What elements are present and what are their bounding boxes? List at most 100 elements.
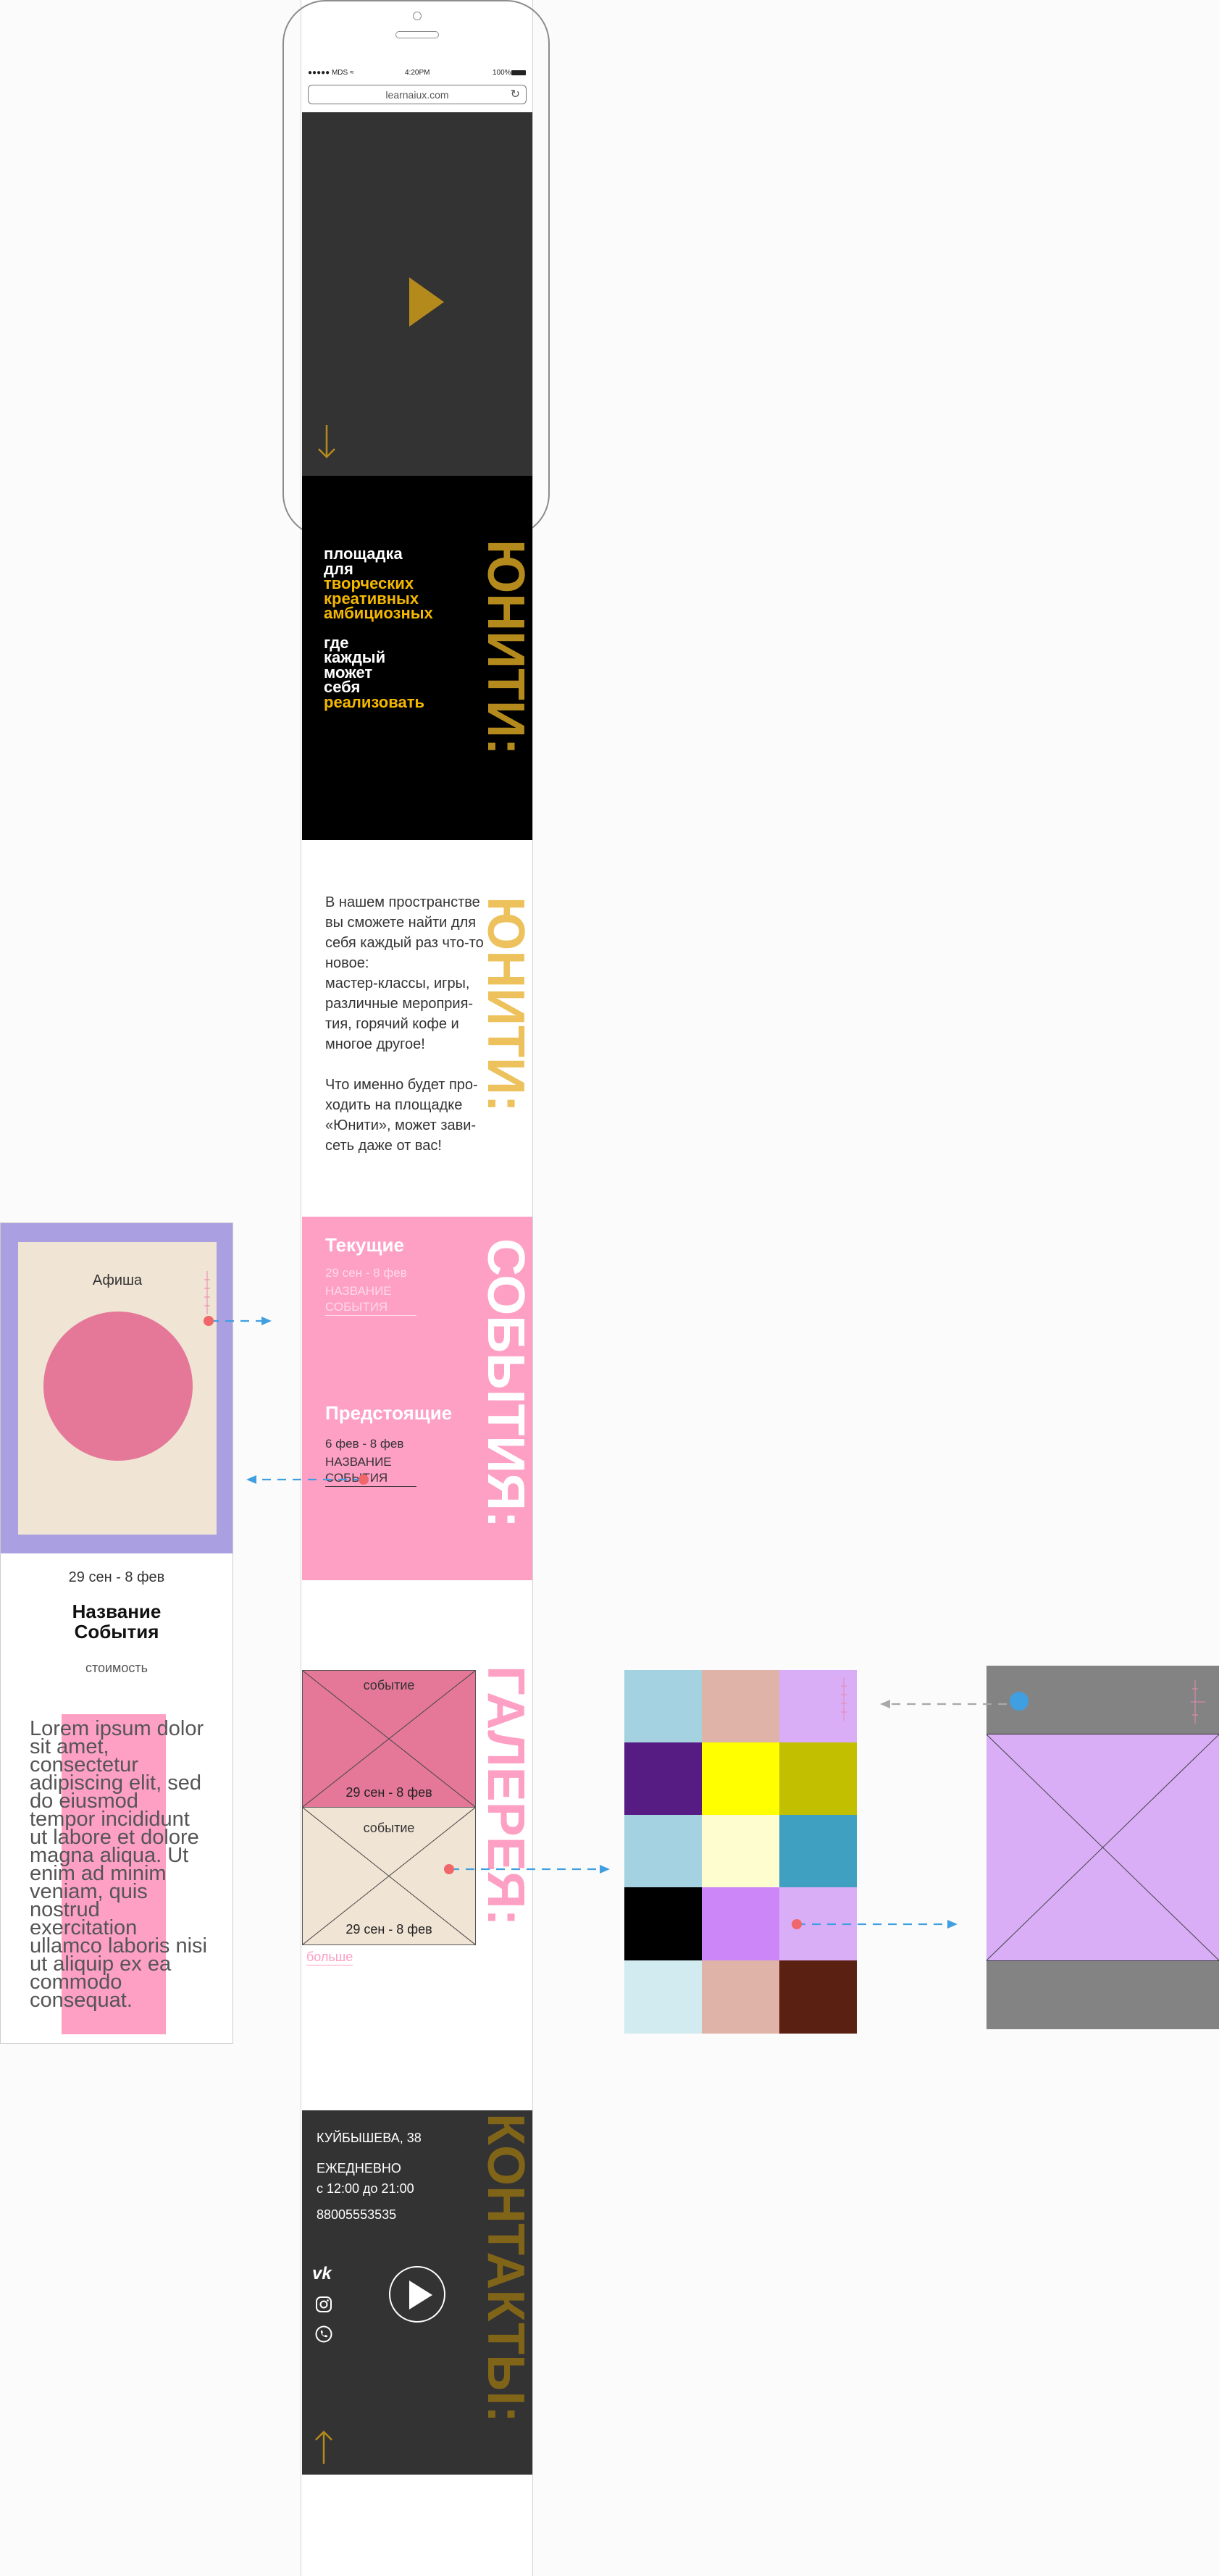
about-vertical-title: ЮНИТИ: — [477, 897, 535, 1112]
upcoming-event-date: 6 фев - 8 фев — [325, 1437, 404, 1451]
event-name: НАЗВАНИЕ — [325, 1284, 392, 1298]
about-line: новое: — [325, 955, 369, 971]
contacts-section: КОНТАКТЫ: КУЙБЫШЕВА, 38 ЕЖЕДНЕВНО с 12:0… — [302, 2110, 535, 2475]
event-title-line: События — [74, 1621, 159, 1642]
gallery-item-label: событие — [363, 1821, 415, 1835]
color-swatch — [779, 1887, 857, 1960]
color-swatch — [624, 1815, 702, 1887]
scroll-marker-icon — [204, 1271, 210, 1314]
events-vertical-title: СОБЫТИЯ: — [477, 1238, 535, 1528]
battery-icon — [511, 70, 526, 75]
play-icon[interactable] — [409, 277, 444, 327]
color-swatch — [779, 1670, 857, 1742]
arrow-up-icon[interactable] — [314, 2429, 334, 2465]
upcoming-events-title: Предстоящие — [325, 1402, 453, 1424]
gallery-section: ГАЛЕРЕЯ: событие 29 сен - 8 фев событие … — [302, 1580, 535, 2110]
events-section: СОБЫТИЯ: Текущие 29 сен - 8 фев НАЗВАНИЕ… — [302, 1217, 535, 1580]
intro-tagline: площадка для творческих креативных амбиц… — [324, 546, 433, 711]
gallery-item-date: 29 сен - 8 фев — [345, 1785, 432, 1800]
play-button[interactable] — [389, 2266, 445, 2323]
event-detail-card: Афиша 29 сен - 8 фев Название События ст… — [0, 1222, 233, 2044]
image-viewer — [986, 1666, 1219, 2029]
poster-label: Афиша — [92, 1272, 143, 1288]
gallery-item-date: 29 сен - 8 фев — [345, 1922, 432, 1937]
contacts-address: КУЙБЫШЕВА, 38 — [317, 2131, 422, 2145]
vk-icon[interactable]: vk — [312, 2264, 332, 2284]
current-event-date: 29 сен - 8 фев — [325, 1266, 407, 1280]
color-swatch — [624, 1670, 702, 1742]
color-swatch — [779, 1815, 857, 1887]
intro-highlight: реализовать — [324, 692, 425, 711]
color-swatch — [702, 1742, 779, 1815]
color-swatch — [624, 1887, 702, 1960]
status-bar: ●●●●● MDS ≈ 4:20PM 100% — [302, 67, 532, 80]
event-card-price: стоимость — [85, 1661, 148, 1675]
poster-circle — [43, 1312, 193, 1461]
contacts-schedule: ЕЖЕДНЕВНО с 12:00 до 21:00 — [317, 2158, 414, 2199]
contacts-vertical-title: КОНТАКТЫ: — [477, 2113, 535, 2423]
about-line: различные мероприя- — [325, 996, 474, 1012]
arrow-down-icon[interactable] — [317, 424, 337, 460]
about-line: мастер-классы, игры, — [325, 976, 470, 991]
about-line: сеть даже от вас! — [325, 1138, 442, 1154]
url-text: learnaiux.com — [385, 89, 449, 101]
color-swatch — [702, 1815, 779, 1887]
gallery-item[interactable]: событие 29 сен - 8 фев — [302, 1808, 476, 1945]
current-events-title: Текущие — [325, 1234, 404, 1256]
front-camera — [413, 12, 422, 20]
event-name: НАЗВАНИЕ — [325, 1455, 392, 1469]
gallery-item[interactable]: событие 29 сен - 8 фев — [302, 1670, 476, 1808]
event-description: Lorem ipsum dolor sit amet, consectetur … — [30, 1717, 207, 2012]
phone-call-icon[interactable] — [315, 2325, 332, 2343]
color-swatch-grid — [624, 1670, 857, 2034]
about-text: В нашем пространстве вы сможете найти дл… — [325, 892, 484, 1156]
about-line: «Юнити», может зави- — [325, 1117, 477, 1133]
schedule-line: ЕЖЕДНЕВНО — [317, 2161, 401, 2176]
about-line: вы сможете найти для — [325, 915, 477, 931]
instagram-icon[interactable] — [315, 2296, 332, 2313]
viewer-close-dot[interactable] — [1010, 1692, 1029, 1711]
scroll-marker-icon — [841, 1677, 847, 1721]
browser-address-bar[interactable]: learnaiux.com ↻ — [308, 85, 527, 104]
carrier-signal: ●●●●● MDS ≈ — [308, 69, 354, 77]
reload-icon[interactable]: ↻ — [511, 87, 520, 101]
event-card-date: 29 сен - 8 фев — [68, 1569, 165, 1585]
event-name: СОБЫТИЯ — [325, 1299, 417, 1316]
scroll-marker-icon — [1191, 1680, 1205, 1724]
status-time: 4:20PM — [405, 69, 430, 77]
event-card-title: Название События — [1, 1601, 233, 1642]
about-line: В нашем пространстве — [325, 894, 480, 910]
about-line: ходить на площадке — [325, 1097, 463, 1113]
gallery-item-label: событие — [363, 1678, 415, 1692]
play-icon — [409, 2281, 432, 2309]
gallery-vertical-title: ГАЛЕРЕЯ: — [477, 1666, 535, 1926]
event-title-line: Название — [72, 1600, 162, 1622]
contacts-phone[interactable]: 88005553535 — [317, 2207, 396, 2223]
image-placeholder-icon — [986, 1734, 1219, 1960]
color-swatch — [702, 1887, 779, 1960]
about-section: ЮНИТИ: В нашем пространстве вы сможете н… — [302, 840, 535, 1217]
about-line: многое другое! — [325, 1036, 425, 1052]
upcoming-event-link[interactable]: НАЗВАНИЕ СОБЫТИЯ — [325, 1454, 417, 1487]
poster-frame: Афиша — [1, 1223, 233, 1553]
about-line: Что именно будет про- — [325, 1077, 478, 1093]
color-swatch — [624, 1960, 702, 2034]
speaker-grille — [395, 31, 439, 38]
about-line: себя каждый раз что-то — [325, 935, 484, 951]
poster[interactable]: Афиша — [18, 1242, 217, 1535]
color-swatch — [702, 1960, 779, 2034]
intro-vertical-title: ЮНИТИ: — [477, 540, 535, 755]
color-swatch — [779, 1960, 857, 2034]
viewer-image[interactable] — [986, 1734, 1219, 1961]
schedule-line: с 12:00 до 21:00 — [317, 2181, 414, 2196]
about-line: тия, горячий кофе и — [325, 1016, 459, 1032]
color-swatch — [624, 1742, 702, 1815]
more-link[interactable]: больше — [306, 1950, 353, 1965]
hero-video[interactable] — [302, 112, 532, 476]
battery-level: 100% — [493, 69, 511, 77]
intro-highlight: амбициозных — [324, 604, 433, 622]
current-event-link[interactable]: НАЗВАНИЕ СОБЫТИЯ — [325, 1283, 417, 1316]
event-name: СОБЫТИЯ — [325, 1470, 417, 1487]
color-swatch — [702, 1670, 779, 1742]
intro-section: площадка для творческих креативных амбиц… — [302, 476, 535, 840]
